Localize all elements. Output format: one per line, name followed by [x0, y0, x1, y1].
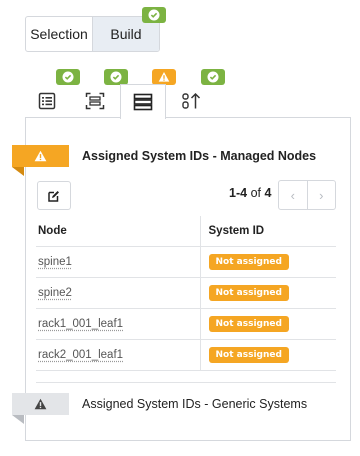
status-badge: Not assigned — [208, 346, 289, 363]
node-link[interactable]: rack1_001_leaf1 — [38, 318, 123, 330]
system-id-cell: Not assigned — [199, 277, 336, 309]
system-id-column-header: System ID — [199, 216, 336, 247]
scan-icon — [85, 92, 105, 110]
tab-servers-status-badge — [152, 69, 176, 85]
pagination-summary: 1-4 of 4 — [229, 186, 271, 200]
tab-scan[interactable] — [72, 84, 118, 118]
managed-nodes-flag-tail — [12, 167, 24, 176]
managed-nodes-warning-flag — [12, 145, 69, 167]
node-cell: spine1 — [36, 246, 200, 278]
edit-icon — [48, 190, 59, 202]
pagination-range: 1-4 — [229, 186, 248, 200]
build-status-badge — [142, 7, 166, 23]
pagination-controls: ‹ › — [278, 180, 336, 210]
mode-switch: Selection Build — [25, 16, 160, 52]
pagination-of-label: of — [250, 186, 261, 200]
pagination-total: 4 — [264, 186, 272, 200]
generic-systems-warning-flag — [12, 393, 69, 415]
node-cell: spine2 — [36, 277, 200, 309]
status-badge: Not assigned — [208, 253, 289, 270]
warning-icon — [34, 150, 47, 162]
next-page-button[interactable]: › — [308, 181, 336, 209]
node-link[interactable]: spine1 — [38, 256, 72, 268]
table-header-row: Node System ID — [36, 216, 336, 247]
chevron-right-icon: › — [319, 187, 324, 203]
tab-scan-status-badge — [104, 69, 128, 85]
list-icon — [38, 92, 56, 110]
selection-mode-button[interactable]: Selection — [26, 17, 92, 51]
generic-systems-flag-tail — [12, 415, 24, 424]
server-stack-icon — [133, 93, 153, 111]
tab-sort-status-badge — [201, 69, 225, 85]
tab-list-status-badge — [56, 69, 80, 85]
check-icon — [148, 9, 160, 21]
node-cell: rack1_001_leaf1 — [36, 308, 200, 340]
table-row: spine2 Not assigned — [36, 277, 336, 309]
chevron-left-icon: ‹ — [290, 187, 295, 203]
check-icon — [207, 71, 219, 83]
check-icon — [62, 71, 74, 83]
warning-icon — [34, 398, 47, 410]
status-badge: Not assigned — [208, 284, 289, 301]
status-badge: Not assigned — [208, 315, 289, 332]
node-link[interactable]: spine2 — [38, 287, 72, 299]
prev-page-button[interactable]: ‹ — [279, 181, 307, 209]
generic-systems-section-title[interactable]: Assigned System IDs - Generic Systems — [82, 397, 307, 411]
section-divider — [36, 382, 336, 383]
node-link[interactable]: rack2_001_leaf1 — [38, 349, 123, 361]
tab-list[interactable] — [24, 84, 70, 118]
node-column-header: Node — [36, 216, 200, 247]
tab-servers[interactable] — [120, 84, 166, 119]
edit-button[interactable] — [37, 181, 71, 210]
system-id-cell: Not assigned — [199, 246, 336, 278]
system-id-cell: Not assigned — [199, 308, 336, 340]
warning-icon — [158, 72, 170, 82]
sort-icon — [182, 92, 201, 109]
managed-nodes-section-title: Assigned System IDs - Managed Nodes — [82, 149, 317, 163]
table-row: spine1 Not assigned — [36, 246, 336, 278]
check-icon — [110, 71, 122, 83]
system-ids-table: Node System ID spine1 Not assigned spine… — [36, 216, 336, 371]
table-row: rack1_001_leaf1 Not assigned — [36, 308, 336, 340]
tab-sort[interactable] — [169, 84, 215, 118]
table-row: rack2_001_leaf1 Not assigned — [36, 339, 336, 371]
node-cell: rack2_001_leaf1 — [36, 339, 200, 371]
system-id-cell: Not assigned — [199, 339, 336, 371]
